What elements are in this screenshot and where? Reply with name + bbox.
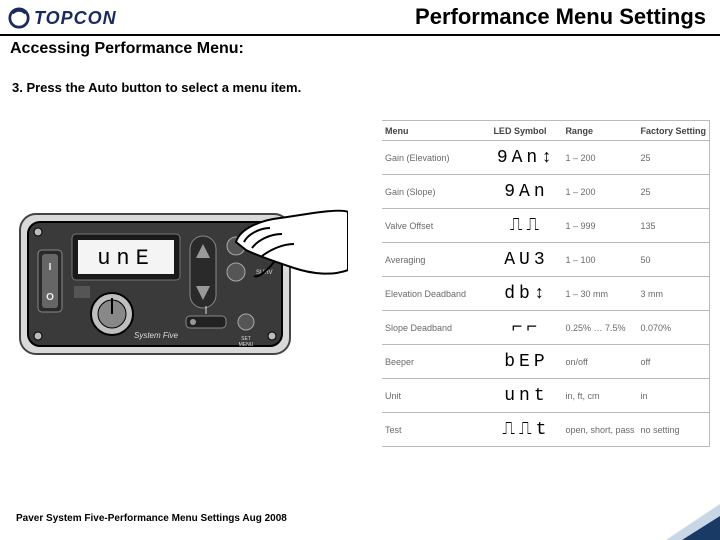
led-symbol: unt (504, 386, 548, 406)
instruction-step: 3. Press the Auto button to select a men… (12, 80, 301, 95)
led-symbol: ⎍⎍ (510, 216, 543, 236)
led-symbol: ⎍⎍t (502, 420, 550, 440)
col-symbol: LED Symbol (490, 121, 562, 141)
table-row: Beeper bEP on/off off (382, 345, 709, 379)
led-symbol: db↕ (504, 284, 548, 304)
led-symbol: ⌐⌐ (512, 318, 542, 338)
col-factory: Factory Setting (637, 121, 709, 141)
svg-text:System Five: System Five (134, 331, 179, 340)
footer-text: Paver System Five-Performance Menu Setti… (16, 513, 287, 524)
svg-text:I: I (49, 262, 52, 273)
table-row: Valve Offset ⎍⎍ 1 – 999 135 (382, 209, 709, 243)
table-row: Averaging AU3 1 – 100 50 (382, 243, 709, 277)
svg-text:MENU: MENU (239, 342, 254, 348)
svg-text:O: O (46, 292, 54, 303)
table-row: Gain (Slope) 9An 1 – 200 25 (382, 175, 709, 209)
control-panel-illustration: I O unE System Five AUTO SURV SET MENU (18, 198, 348, 365)
settings-table: Menu LED Symbol Range Factory Setting Ga… (382, 120, 710, 447)
led-symbol: 9An (504, 182, 548, 202)
table-row: Slope Deadband ⌐⌐ 0.25% … 7.5% 0.070% (382, 311, 709, 345)
col-menu: Menu (382, 121, 490, 141)
table-row: Elevation Deadband db↕ 1 – 30 mm 3 mm (382, 277, 709, 311)
page-corner-decor-overlay-icon (682, 516, 720, 540)
logo-icon (8, 7, 30, 29)
led-symbol: AU3 (504, 250, 548, 270)
table-row: Test ⎍⎍t open, short, pass no setting (382, 413, 709, 447)
led-symbol: bEP (504, 352, 548, 372)
led-symbol: 9An↕ (497, 148, 556, 168)
table-row: Unit unt in, ft, cm in (382, 379, 709, 413)
table-header-row: Menu LED Symbol Range Factory Setting (382, 121, 709, 141)
col-range: Range (562, 121, 637, 141)
svg-text:unE: unE (97, 246, 155, 271)
table-row: Gain (Elevation) 9An↕ 1 – 200 25 (382, 141, 709, 175)
page-title: Performance Menu Settings (415, 4, 706, 30)
section-title: Accessing Performance Menu: (10, 40, 244, 58)
divider (0, 34, 720, 36)
brand-name: TOPCON (34, 8, 117, 29)
